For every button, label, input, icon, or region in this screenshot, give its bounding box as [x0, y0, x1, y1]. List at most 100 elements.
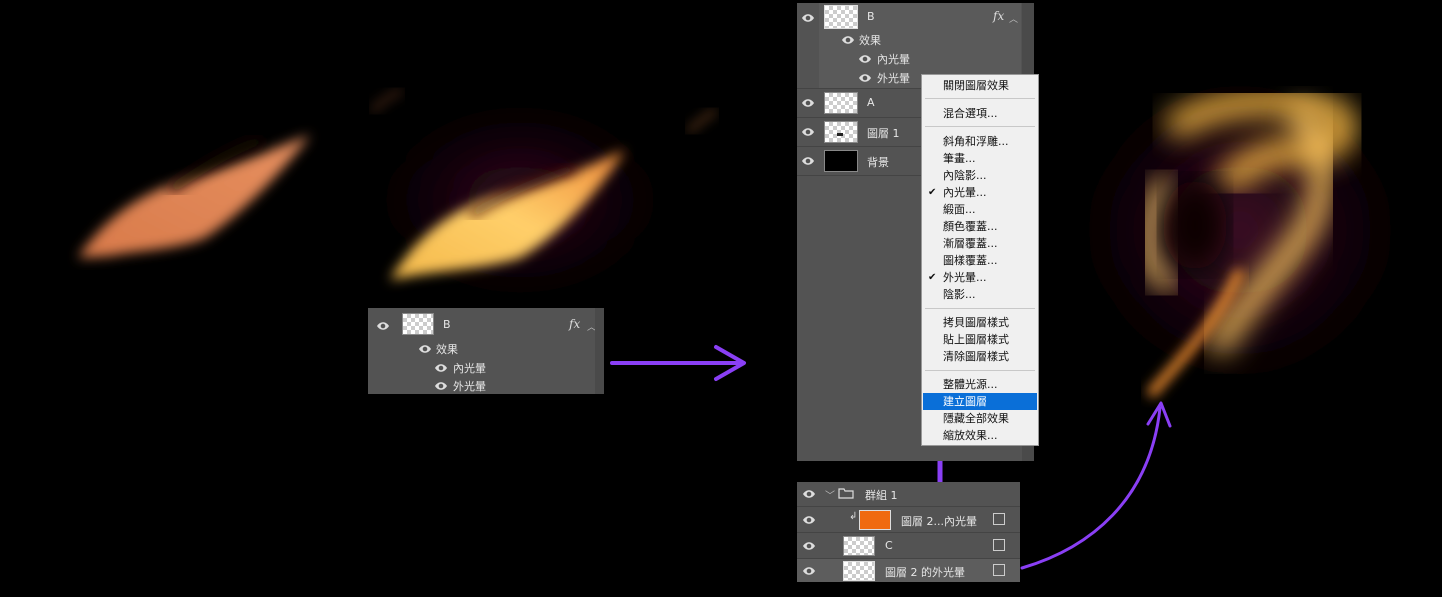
layer-thumbnail — [824, 5, 858, 29]
menu-item-label: 顏色覆蓋... — [943, 220, 998, 233]
flame-plain — [78, 88, 404, 258]
menu-item-label: 關閉圖層效果 — [943, 79, 1009, 92]
menu-item-stroke[interactable]: 筆畫... — [923, 150, 1037, 167]
effect-label: 內光暈 — [877, 53, 910, 66]
menu-item-global-light[interactable]: 整體光源... — [923, 376, 1037, 393]
scrollbar[interactable] — [595, 308, 604, 394]
menu-item-bevel-emboss[interactable]: 斜角和浮雕... — [923, 133, 1037, 150]
menu-item-label: 內光暈... — [943, 186, 987, 199]
chevron-down-icon[interactable]: ﹀ — [825, 487, 835, 502]
menu-item-label: 外光暈... — [943, 271, 987, 284]
menu-item-gradient-overlay[interactable]: 漸層覆蓋... — [923, 235, 1037, 252]
link-icon — [993, 564, 1005, 576]
eye-icon[interactable] — [418, 342, 432, 356]
menu-item-disable-effects[interactable]: 關閉圖層效果 — [923, 77, 1037, 94]
eye-icon[interactable] — [858, 52, 872, 66]
menu-item-outer-glow[interactable]: ✔ 外光暈... — [923, 269, 1037, 286]
effect-row-inner-glow[interactable]: 內光暈 — [368, 358, 604, 377]
effect-label: 外光暈 — [877, 72, 910, 85]
fx-icon[interactable]: fx — [993, 9, 1004, 23]
layer-name: 背景 — [867, 156, 889, 169]
menu-item-label: 隱藏全部效果 — [943, 412, 1009, 425]
menu-item-label: 陰影... — [943, 288, 976, 301]
menu-item-paste-style[interactable]: 貼上圖層樣式 — [923, 331, 1037, 348]
link-icon — [993, 539, 1005, 551]
eye-icon[interactable] — [802, 539, 816, 553]
effect-row-outer-glow[interactable]: 外光暈 — [368, 376, 604, 395]
layer-row-b[interactable]: B fx ︿ — [797, 3, 1034, 31]
menu-item-hide-all-effects[interactable]: 隱藏全部效果 — [923, 410, 1037, 427]
eye-icon[interactable] — [801, 96, 815, 110]
eye-icon[interactable] — [802, 513, 816, 527]
eye-icon[interactable] — [434, 379, 448, 393]
effects-label: 效果 — [436, 343, 458, 356]
menu-item-pattern-overlay[interactable]: 圖樣覆蓋... — [923, 252, 1037, 269]
group-name: 群組 1 — [865, 489, 898, 502]
chevron-up-icon[interactable]: ︿ — [1009, 12, 1018, 25]
effect-label: 內光暈 — [453, 362, 486, 375]
flame-artwork — [78, 26, 1430, 577]
effects-row[interactable]: 效果 — [797, 30, 1034, 49]
small-layers-panel: B fx ︿ 效果 內光暈 外光暈 — [368, 308, 604, 394]
eye-icon[interactable] — [858, 71, 872, 85]
layer-name: 圖層 1 — [867, 127, 900, 140]
layer-thumbnail — [843, 536, 875, 556]
layer-row-outer-glow[interactable]: 圖層 2 的外光暈 — [797, 559, 1020, 582]
menu-item-blending-options[interactable]: 混合選項... — [923, 105, 1037, 122]
menu-item-create-layer[interactable]: 建立圖層 — [923, 393, 1037, 410]
layer-thumbnail — [843, 561, 875, 581]
eye-icon[interactable] — [376, 319, 390, 333]
layer-thumbnail — [859, 510, 891, 530]
menu-item-satin[interactable]: 緞面... — [923, 201, 1037, 218]
menu-item-copy-style[interactable]: 拷貝圖層樣式 — [923, 314, 1037, 331]
menu-item-label: 建立圖層 — [943, 395, 987, 408]
menu-item-label: 斜角和浮雕... — [943, 135, 1009, 148]
link-icon — [993, 513, 1005, 525]
menu-item-label: 整體光源... — [943, 378, 998, 391]
fx-icon[interactable]: fx — [569, 317, 580, 331]
layer-name: B — [867, 10, 875, 23]
layer-thumbnail — [824, 92, 858, 114]
menu-item-label: 漸層覆蓋... — [943, 237, 998, 250]
layer-row-b[interactable]: B fx ︿ — [368, 310, 604, 340]
menu-item-label: 混合選項... — [943, 107, 998, 120]
eye-icon[interactable] — [801, 11, 815, 25]
eye-icon[interactable] — [841, 33, 855, 47]
folder-icon — [838, 488, 854, 499]
layer-name: B — [443, 318, 451, 331]
effects-row[interactable]: 效果 — [368, 339, 604, 358]
layer-name: 圖層 2...內光暈 — [901, 515, 977, 528]
menu-item-drop-shadow[interactable]: 陰影... — [923, 286, 1037, 303]
menu-item-scale-effects[interactable]: 縮放效果... — [923, 427, 1037, 444]
clip-arrow-icon: ↲ — [849, 511, 858, 522]
menu-item-label: 拷貝圖層樣式 — [943, 316, 1009, 329]
eye-icon[interactable] — [801, 154, 815, 168]
menu-item-label: 縮放效果... — [943, 429, 998, 442]
layer-row-c[interactable]: C — [797, 533, 1020, 558]
effect-row-inner-glow[interactable]: 內光暈 — [797, 49, 1034, 68]
menu-item-inner-glow[interactable]: ✔ 內光暈... — [923, 184, 1037, 201]
menu-item-label: 筆畫... — [943, 152, 976, 165]
effects-label: 效果 — [859, 34, 881, 47]
layer-style-context-menu: 關閉圖層效果 混合選項... 斜角和浮雕... 筆畫... 內陰影... ✔ 內光… — [921, 74, 1039, 446]
menu-item-inner-shadow[interactable]: 內陰影... — [923, 167, 1037, 184]
checkmark-icon: ✔ — [928, 187, 937, 198]
menu-item-label: 內陰影... — [943, 169, 987, 182]
layer-name: A — [867, 96, 875, 109]
layer-thumbnail — [402, 313, 434, 335]
checkmark-icon: ✔ — [928, 272, 937, 283]
layer-row-inner-glow[interactable]: ↲ 圖層 2...內光暈 — [797, 507, 1020, 532]
eye-icon[interactable] — [802, 487, 816, 501]
eye-icon[interactable] — [801, 125, 815, 139]
eye-icon[interactable] — [434, 361, 448, 375]
eye-icon[interactable] — [802, 564, 816, 578]
menu-item-label: 清除圖層樣式 — [943, 350, 1009, 363]
layer-thumbnail — [824, 150, 858, 172]
menu-item-color-overlay[interactable]: 顏色覆蓋... — [923, 218, 1037, 235]
effect-label: 外光暈 — [453, 380, 486, 393]
menu-item-clear-style[interactable]: 清除圖層樣式 — [923, 348, 1037, 365]
layer-thumbnail — [824, 121, 858, 143]
menu-item-label: 圖樣覆蓋... — [943, 254, 998, 267]
layer-name: C — [885, 539, 893, 552]
group-row[interactable]: ﹀ 群組 1 — [797, 482, 1020, 506]
